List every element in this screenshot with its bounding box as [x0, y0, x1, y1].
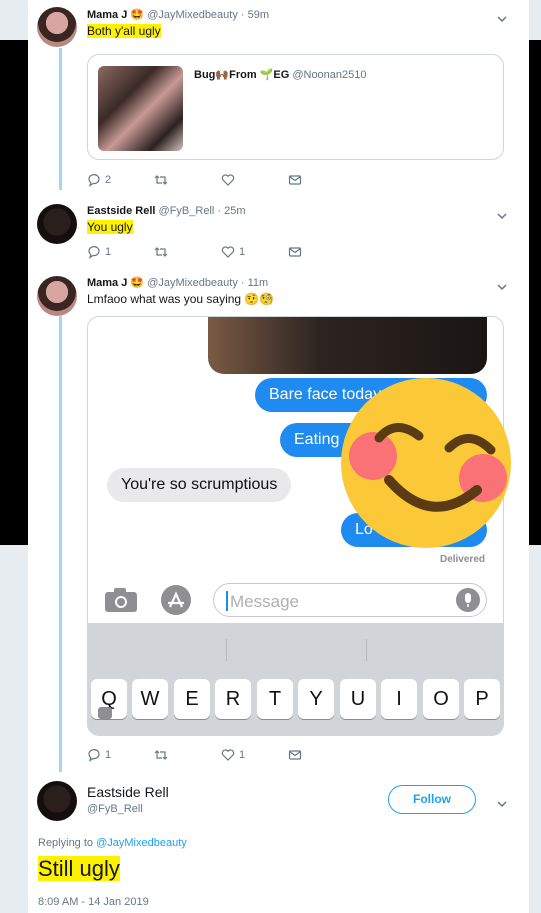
timestamp[interactable]: · 25m — [217, 205, 245, 217]
tweet-header: Eastside Rell @FyB_Rell · 25m — [87, 205, 246, 217]
smiling-face-emoji-icon — [341, 378, 511, 548]
key: Y — [298, 679, 334, 719]
key: I — [381, 679, 417, 719]
direct-message-button[interactable] — [288, 244, 302, 260]
like-button[interactable]: 1 — [221, 244, 245, 260]
name-emoji: 🤩 — [130, 277, 145, 289]
timestamp[interactable]: · 59m — [241, 9, 269, 21]
display-name[interactable]: Mama J — [87, 277, 127, 289]
seedling-emoji-icon: 🌱 — [259, 69, 274, 81]
heart-icon — [221, 174, 235, 186]
tweet[interactable]: Mama J 🤩 @JayMixedbeauty · 59m Both y'al… — [28, 0, 529, 195]
message-bubble-received: You're so scrumptious — [107, 468, 292, 502]
retweet-icon — [154, 750, 168, 760]
handle[interactable]: @JayMixedbeauty — [147, 9, 238, 21]
display-name[interactable]: Mama J — [87, 9, 127, 21]
retweet-icon — [154, 247, 168, 257]
display-name[interactable]: Eastside Rell — [87, 205, 155, 217]
envelope-icon — [288, 247, 302, 257]
heart-icon — [221, 246, 235, 258]
retweet-button[interactable] — [154, 244, 168, 260]
envelope-icon — [288, 750, 302, 760]
timestamp[interactable]: · 11m — [241, 277, 268, 289]
handle[interactable]: @FyB_Rell — [159, 205, 215, 217]
chevron-down-icon[interactable] — [497, 796, 507, 808]
tweet-text: Both y'all ugly — [87, 24, 161, 38]
tweet-header: Mama J 🤩 @JayMixedbeauty · 59m — [87, 8, 269, 21]
keyboard: Q W E R T Y U I O P — [88, 623, 503, 735]
message-input-bar: Message — [88, 579, 503, 623]
gif-badge-icon — [98, 707, 112, 719]
replying-to: Replying to @JayMixedbeauty — [38, 837, 187, 849]
retweet-button[interactable] — [154, 747, 168, 763]
main-handle[interactable]: @FyB_Rell — [87, 803, 143, 815]
key: W — [132, 679, 168, 719]
app-store-icon — [161, 585, 191, 615]
chevron-down-icon[interactable] — [497, 279, 507, 291]
key: P — [464, 679, 500, 719]
page-background-right — [529, 0, 541, 913]
key: T — [257, 679, 293, 719]
replying-to-link[interactable]: @JayMixedbeauty — [96, 837, 187, 849]
reply-icon — [88, 246, 100, 259]
avatar[interactable] — [37, 204, 77, 244]
key: R — [215, 679, 251, 719]
tweet[interactable]: Eastside Rell @FyB_Rell · 25m You ugly 1… — [28, 198, 529, 268]
tweet-text: You ugly — [87, 220, 133, 234]
name-emoji: 🤩 — [130, 9, 145, 21]
photo-message — [208, 317, 487, 374]
main-tweet-text: Still ugly — [38, 856, 120, 881]
key: E — [174, 679, 210, 719]
follow-button[interactable]: Follow — [388, 785, 476, 814]
chevron-down-icon[interactable] — [497, 11, 507, 23]
like-button[interactable]: 1 — [221, 747, 245, 763]
like-button[interactable] — [221, 172, 235, 188]
chevron-down-icon[interactable] — [497, 208, 507, 220]
key: U — [340, 679, 376, 719]
key: O — [423, 679, 459, 719]
reply-button[interactable]: 2 — [87, 172, 111, 188]
tweet-thread-card: Mama J 🤩 @JayMixedbeauty · 59m Both y'al… — [28, 0, 529, 913]
main-tweet[interactable]: Eastside Rell @FyB_Rell Follow Replying … — [28, 770, 529, 913]
direct-message-button[interactable] — [288, 172, 302, 188]
envelope-icon — [288, 175, 302, 185]
direct-message-button[interactable] — [288, 747, 302, 763]
reply-icon — [88, 174, 100, 187]
heart-icon — [221, 749, 235, 761]
quoted-tweet[interactable]: Bug🙌🏾From 🌱EG @Noonan2510 — [87, 54, 504, 160]
avatar[interactable] — [37, 7, 77, 47]
message-field[interactable]: Message — [213, 583, 487, 617]
quoted-tweet-header: Bug🙌🏾From 🌱EG @Noonan2510 — [194, 69, 367, 81]
tweet-header: Mama J 🤩 @JayMixedbeauty · 11m — [87, 276, 268, 289]
microphone-icon — [456, 588, 480, 612]
camera-icon — [105, 588, 137, 612]
hands-emoji-icon: 🙌🏾 — [215, 69, 230, 81]
handle[interactable]: @JayMixedbeauty — [147, 277, 238, 289]
tweet-timestamp[interactable]: 8:09 AM - 14 Jan 2019 — [38, 896, 149, 908]
retweet-button[interactable] — [154, 172, 168, 188]
page-background-left — [0, 0, 28, 913]
reply-button[interactable]: 1 — [87, 244, 111, 260]
quoted-tweet-image[interactable] — [98, 66, 183, 151]
main-display-name[interactable]: Eastside Rell — [87, 784, 169, 800]
delivered-label: Delivered — [439, 554, 485, 565]
tweet-text: Lmfaoo what was you saying 🤨🧐 — [87, 292, 275, 306]
avatar[interactable] — [37, 276, 77, 316]
avatar[interactable] — [37, 781, 77, 821]
reply-icon — [88, 749, 100, 762]
reply-button[interactable]: 1 — [87, 747, 111, 763]
retweet-icon — [154, 175, 168, 185]
